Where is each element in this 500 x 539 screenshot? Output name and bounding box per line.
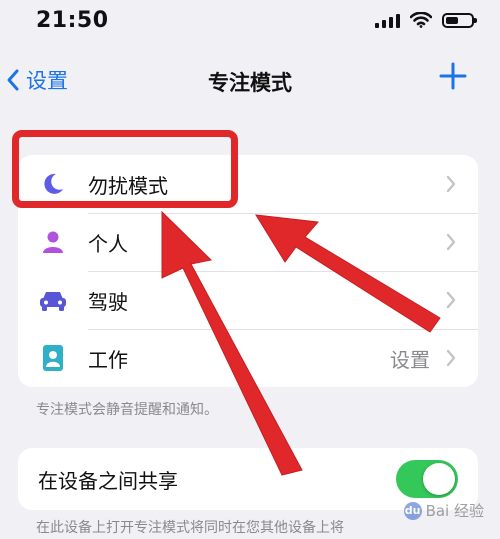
watermark: du Bai 经验	[403, 500, 484, 521]
annotation-arrows	[161, 210, 441, 476]
arrow-left-annotation	[255, 214, 441, 333]
watermark-text: Bai 经验	[425, 502, 484, 520]
baidu-paw-icon: du	[403, 501, 422, 520]
